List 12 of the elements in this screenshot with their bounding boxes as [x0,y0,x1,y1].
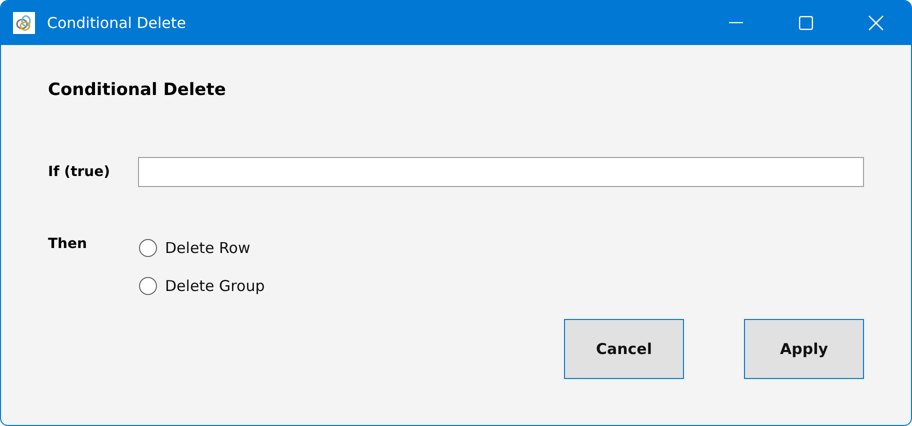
then-label: Then [48,236,88,252]
dialog-heading: Conditional Delete [48,80,226,102]
window-title: Conditional Delete [47,14,187,32]
cancel-button[interactable]: Cancel [564,319,684,379]
condition-label: If (true) [48,164,112,180]
condition-field[interactable] [138,157,864,187]
maximize-icon [799,16,813,30]
radio-option[interactable]: Delete Group [138,275,265,297]
minimize-icon [729,22,743,24]
apply-button[interactable]: Apply [744,319,864,379]
radio-option[interactable]: Delete Row [138,237,265,259]
close-icon [868,15,884,31]
